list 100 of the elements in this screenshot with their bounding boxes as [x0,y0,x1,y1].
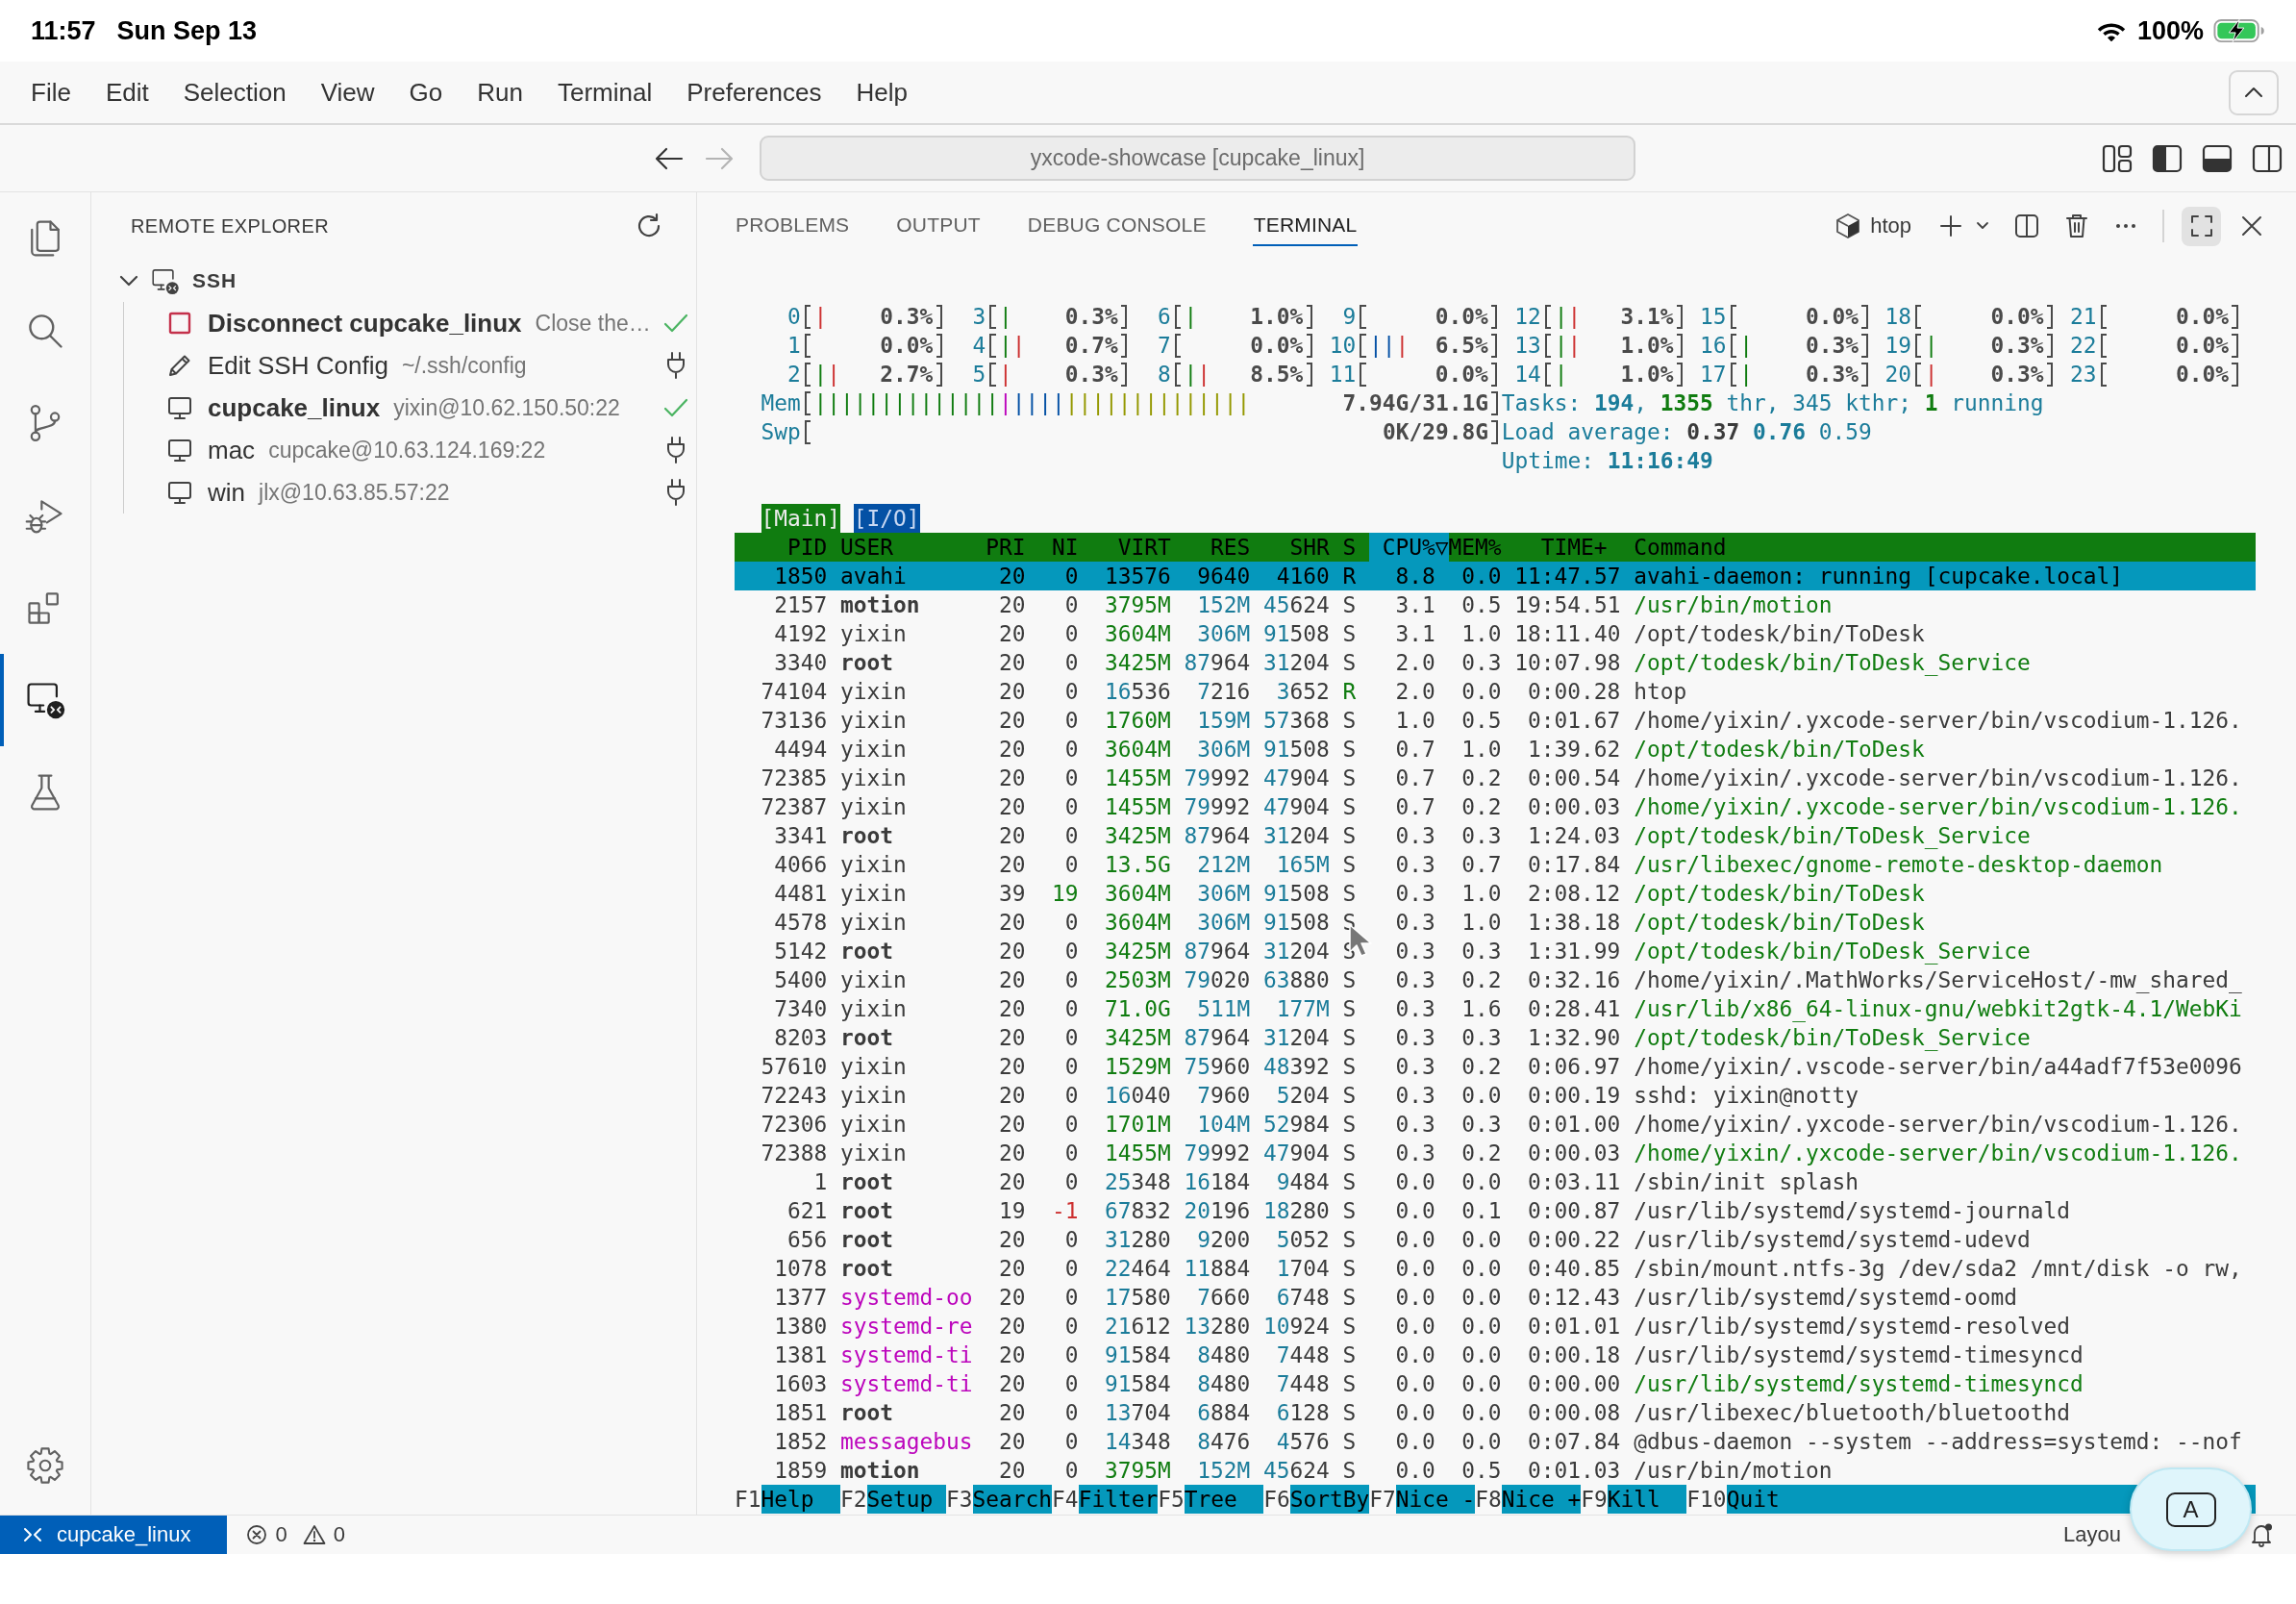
column-header[interactable]: Command [1634,533,2256,562]
process-row[interactable]: 3340 root 20 0 3425M 87964 31204 S 2.0 0.3 10:07.98 /opt/todesk/bin/ToDesk_Service [735,648,2256,677]
nice-cell-text: 0 [1063,1284,1080,1312]
menu-item[interactable]: Go [391,71,461,113]
menu-item[interactable]: Selection [165,71,304,113]
process-row[interactable]: 72385 yixin 20 0 1455M 79992 47904 S 0.7 0.2 0:00.54 /home/yixin/.yxcode-server/bin/vscodium-1.126. [735,764,2256,792]
process-row[interactable]: 74104 yixin 20 0 16536 7216 3652 R 2.0 0.0 0:00.28 htop [735,677,2256,706]
column-header[interactable]: SHR [1263,533,1343,562]
process-row[interactable]: 8203 root 20 0 3425M 87964 31204 S 0.3 0.3 1:32.90 /opt/todesk/bin/ToDesk_Service [735,1023,2256,1052]
panel-tab[interactable]: PROBLEMS [735,213,851,246]
menu-item[interactable]: Preferences [669,71,839,113]
menu-item[interactable]: Run [460,71,540,113]
pid-cell-text: 4481 [773,880,829,908]
plus-icon[interactable] [1939,214,1962,238]
column-header[interactable]: NI [1038,533,1092,562]
tree-item-label[interactable]: win [208,477,245,508]
resident-memory-cell-text: 8480 [1196,1341,1252,1369]
process-row[interactable]: 4481 yixin 39 19 3604M 306M 91508 S 0.3 1.0 2:08.12 /opt/todesk/bin/ToDesk [735,879,2256,908]
menu-item[interactable]: File [13,71,88,113]
process-row[interactable]: 72243 yixin 20 0 16040 7960 5204 S 0.3 0.0 0:00.19 sshd: yixin@notty [735,1081,2256,1110]
command-cell-text: /home/yixin/.yxcode-server/bin/vscodium-1.126. [1634,1111,2243,1139]
column-header[interactable]: USER [840,533,986,562]
column-header[interactable]: CPU%▽ [1369,533,1449,562]
column-header[interactable]: PRI [986,533,1039,562]
shared-memory-cell-text: 48392 [1263,1053,1331,1081]
menu-item[interactable]: View [303,71,392,113]
remote-button[interactable]: cupcake_linux [0,1516,228,1554]
user-cell-text: root [840,822,895,850]
menu-item[interactable]: Help [838,71,925,113]
process-row[interactable]: 1078 root 20 0 22464 11884 1704 S 0.0 0.0 0:40.85 /sbin/mount.ntfs-3g /dev/sda2 /mnt/disk -o rw, [735,1254,2256,1283]
command-center[interactable]: yxcode-showcase [cupcake_linux] [760,136,1635,181]
process-row[interactable]: 1851 root 20 0 13704 6884 6128 S 0.0 0.0 0:00.08 /usr/libexec/bluetooth/bluetoothd [735,1398,2256,1427]
process-row[interactable]: 4192 yixin 20 0 3604M 306M 91508 S 3.1 1.0 18:11.40 /opt/todesk/bin/ToDesk [735,619,2256,648]
close-icon[interactable] [2241,215,2262,237]
process-row[interactable]: 4494 yixin 20 0 3604M 306M 91508 S 0.7 1.0 1:39.62 /opt/todesk/bin/ToDesk [735,735,2256,764]
column-header[interactable]: PID [735,533,840,562]
tree-item-label[interactable]: mac [208,435,256,465]
shared-memory-cell-text: 91508 [1263,909,1331,937]
process-row[interactable]: 1603 systemd-ti 20 0 91584 8480 7448 S 0.0 0.0 0:00.00 /usr/lib/systemd/systemd-timesyncd [735,1369,2256,1398]
cpu-time-cell-text: 1:32.90 [1527,1024,1622,1052]
process-row[interactable]: 1 root 20 0 25348 16184 9484 S 0.0 0.0 0:03.11 /sbin/init splash [735,1167,2256,1196]
chevron-down-icon[interactable] [1976,221,1989,231]
menu-item[interactable]: Edit [87,71,166,113]
maximize-button[interactable] [2182,206,2221,246]
process-row[interactable]: 656 root 20 0 31280 9200 5052 S 0.0 0.0 0:00.22 /usr/lib/systemd/systemd-udevd [735,1225,2256,1254]
problems-button[interactable]: 0 0 [246,1516,353,1554]
column-header[interactable]: S [1342,533,1370,562]
tree-item-label[interactable]: Edit SSH Config [208,350,388,381]
plug-icon[interactable] [665,478,686,507]
nice-cell-text: 0 [1063,678,1080,706]
trash-icon[interactable] [2065,213,2088,239]
process-row[interactable]: 4066 yixin 20 0 13.5G 212M 165M S 0.3 0.7 0:17.84 /usr/libexec/gnome-remote-desktop-daemon [735,850,2256,879]
column-header[interactable]: RES [1184,533,1264,562]
process-row[interactable]: 5400 yixin 20 0 2503M 79020 63880 S 0.3 0.2 0:32.16 /home/yixin/.MathWorks/ServiceHost/-mw_shared_ [735,965,2256,994]
cube-icon[interactable] [1835,213,1861,239]
tree-item-label[interactable]: Disconnect cupcake_linux [208,308,522,338]
process-row[interactable]: 1852 messagebus 20 0 14348 8476 4576 S 0.0 0.0 0:07.84 @dbus-daemon --system --address=systemd: --nof [735,1427,2256,1456]
process-row[interactable]: 3341 root 20 0 3425M 87964 31204 S 0.3 0.3 1:24.03 /opt/todesk/bin/ToDesk_Service [735,821,2256,850]
resident-memory-cell-text: 11884 [1184,1255,1252,1283]
process-row[interactable]: 1850 avahi 20 0 13576 9640 4160 R 8.8 0.0 11:47.57 avahi-daemon: running [cupcake.local] [735,562,2256,590]
split-square-icon[interactable] [2014,213,2039,238]
pid-cell-text: 3340 [773,649,829,677]
user-cell-text: yixin [840,995,908,1023]
screen-tab[interactable]: [I/O] [853,504,920,533]
process-row[interactable]: 1381 systemd-ti 20 0 91584 8480 7448 S 0.0 0.0 0:00.18 /usr/lib/systemd/systemd-timesyncd [735,1341,2256,1369]
plug-icon[interactable] [665,351,686,380]
process-row[interactable]: 73136 yixin 20 0 1760M 159M 57368 S 1.0 0.5 0:01.67 /home/yixin/.yxcode-server/bin/vscodium-1.126. [735,706,2256,735]
collapse-button[interactable] [2229,69,2279,115]
process-row[interactable]: 57610 yixin 20 0 1529M 75960 48392 S 0.3 0.2 0:06.97 /home/yixin/.vscode-server/bin/a44adf7f53e0096 [735,1052,2256,1081]
resident-memory-cell-text: 212M [1196,851,1252,879]
panel-tab[interactable]: OUTPUT [895,213,982,246]
status-item[interactable]: Layou [2063,1522,2121,1547]
process-row[interactable]: 7340 yixin 20 0 71.0G 511M 177M S 0.3 1.6 0:28.41 /usr/lib/x86_64-linux-gnu/webkit2gtk-4.1/WebKi [735,994,2256,1023]
tree-item-label[interactable]: cupcake_linux [208,392,381,423]
process-row[interactable]: 1380 systemd-re 20 0 21612 13280 10924 S 0.0 0.0 0:01.01 /usr/lib/systemd/systemd-resolved [735,1312,2256,1341]
process-row[interactable]: 621 root 19 -1 67832 20196 18280 S 0.0 0.1 0:00.87 /usr/lib/systemd/systemd-journald [735,1196,2256,1225]
resident-memory-cell-text: 87964 [1184,822,1252,850]
memory-meter-value: 0K/29.8G [1382,418,1488,446]
column-header[interactable]: VIRT [1091,533,1185,562]
ellipsis-icon[interactable] [2115,223,2136,229]
shared-memory-cell-text: 177M [1275,995,1331,1023]
plug-icon[interactable] [665,436,686,464]
process-row[interactable]: 72387 yixin 20 0 1455M 79992 47904 S 0.7 0.2 0:00.03 /home/yixin/.yxcode-server/bin/vscodium-1.126. [735,792,2256,821]
column-header[interactable]: TIME+ [1514,533,1635,562]
tree-group-label[interactable]: SSH [192,269,237,292]
process-row[interactable]: 2157 motion 20 0 3795M 152M 45624 S 3.1 0.5 19:54.51 /usr/bin/motion [735,590,2256,619]
screen-tab[interactable]: [Main] [761,504,841,533]
process-row[interactable]: 72388 yixin 20 0 1455M 79992 47904 S 0.3 0.2 0:00.03 /home/yixin/.yxcode-server/bin/vscodium-1.126. [735,1139,2256,1167]
panel-tab[interactable]: TERMINAL [1252,213,1359,246]
shared-memory-cell-text: 6128 [1275,1399,1331,1427]
nice-cell-text: 19 [1051,880,1080,908]
terminal-name[interactable]: htop [1870,213,1911,238]
command-cell-text: /opt/todesk/bin/ToDesk_Service [1634,938,2032,965]
resident-memory-cell-text: 152M [1196,591,1252,619]
menu-item[interactable]: Terminal [539,71,670,113]
settings-icon[interactable] [25,1445,65,1486]
bell-icon[interactable] [2250,1522,2273,1547]
process-row[interactable]: 72306 yixin 20 0 1701M 104M 52984 S 0.3 0.3 0:01.00 /home/yixin/.yxcode-server/bin/vscodium-1.126. [735,1110,2256,1139]
process-row[interactable]: 1377 systemd-oo 20 0 17580 7660 6748 S 0.0 0.0 0:12.43 /usr/lib/systemd/systemd-oomd [735,1283,2256,1312]
panel-tab[interactable]: DEBUG CONSOLE [1026,213,1208,246]
